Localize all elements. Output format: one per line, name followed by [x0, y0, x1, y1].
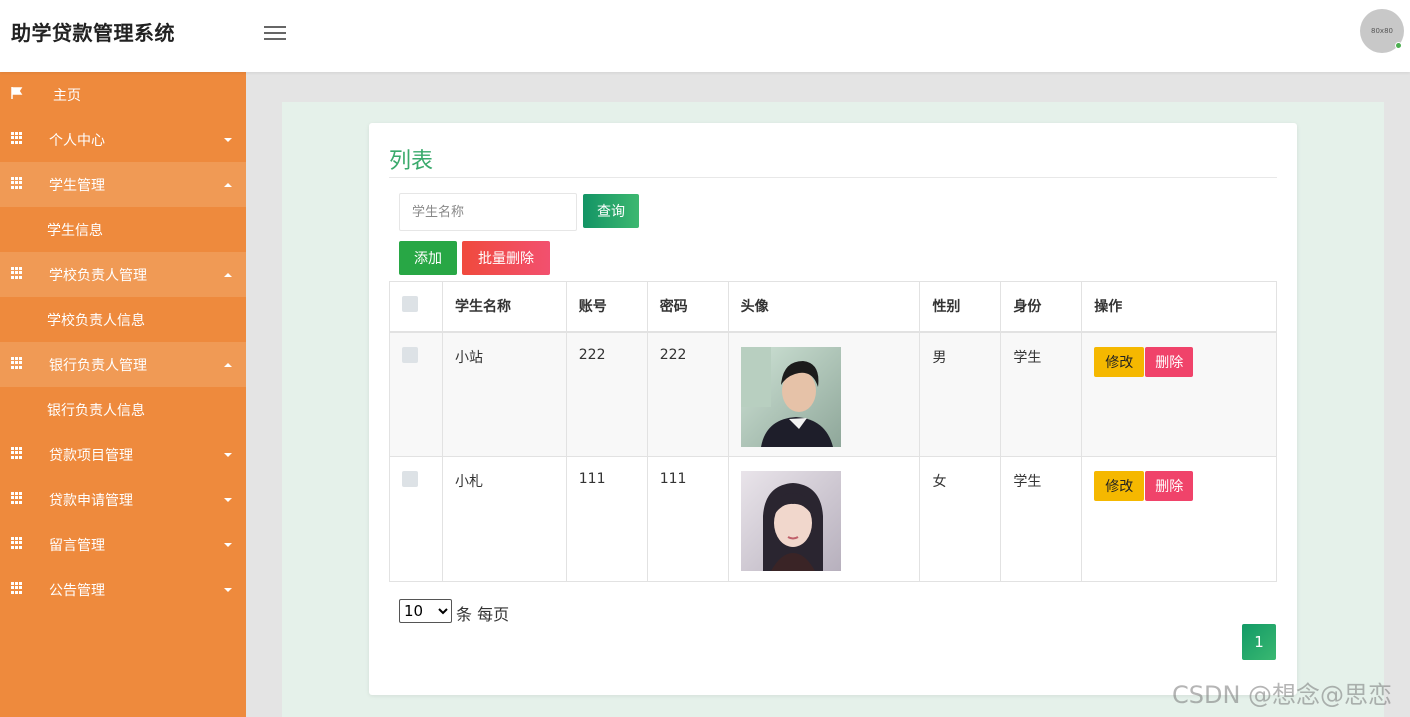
sidebar-item-bank-manager-management[interactable]: 银行负责人管理	[0, 342, 246, 387]
checkbox-cell	[389, 331, 443, 457]
sidebar-item-label: 学校负责人信息	[47, 312, 145, 329]
caret-up-icon	[224, 272, 232, 277]
sidebar-item-home[interactable]: 主页	[0, 72, 246, 117]
sidebar-item-school-manager-management[interactable]: 学校负责人管理	[0, 252, 246, 297]
sidebar-subitem-bank-manager-info[interactable]: 银行负责人信息	[0, 387, 246, 432]
role-cell: 学生	[1000, 331, 1083, 457]
title-divider	[389, 177, 1277, 178]
watermark: CSDN @想念@思恋	[1172, 681, 1393, 709]
sidebar-item-label: 留言管理	[49, 537, 105, 554]
column-header: 学生名称	[441, 281, 567, 333]
delete-button[interactable]: 删除	[1145, 471, 1194, 501]
select-all-checkbox[interactable]	[402, 296, 418, 313]
sidebar-item-loan-application-management[interactable]: 贷款申请管理	[0, 477, 246, 522]
sidebar-item-label: 银行负责人管理	[49, 357, 147, 374]
column-header: 头像	[727, 281, 921, 333]
sidebar-subitem-school-manager-info[interactable]: 学校负责人信息	[0, 297, 246, 342]
row-checkbox[interactable]	[402, 346, 418, 363]
online-status-dot	[1395, 42, 1402, 49]
student-table: 学生名称 账号 密码 头像 性别 身份 操作 小站 222 222 男 学生 修…	[389, 281, 1277, 582]
grid-icon	[11, 357, 23, 369]
caret-down-icon	[224, 497, 232, 502]
page-title: 列表	[389, 149, 434, 174]
app-title: 助学贷款管理系统	[11, 21, 175, 45]
caret-down-icon	[224, 587, 232, 592]
search-input[interactable]	[399, 193, 577, 231]
query-button[interactable]: 查询	[583, 194, 639, 228]
sidebar-item-label: 银行负责人信息	[47, 402, 145, 419]
top-header: 助学贷款管理系统 80x80	[0, 0, 1410, 72]
sidebar-subitem-student-info[interactable]: 学生信息	[0, 207, 246, 252]
column-header: 密码	[646, 281, 729, 333]
grid-icon	[11, 267, 23, 279]
sidebar-item-label: 贷款申请管理	[49, 492, 133, 509]
grid-icon	[11, 492, 23, 504]
batch-delete-button[interactable]: 批量删除	[462, 241, 550, 275]
student-name-cell: 小札	[441, 456, 567, 582]
caret-down-icon	[224, 452, 232, 457]
table-row: 小站 222 222 男 学生 修改 删除	[389, 331, 1277, 457]
sidebar-item-student-management[interactable]: 学生管理	[0, 162, 246, 207]
menu-toggle-icon[interactable]	[264, 22, 286, 40]
checkbox-cell	[389, 456, 443, 582]
header-checkbox-cell	[389, 281, 443, 333]
avatar-cell	[727, 331, 921, 457]
grid-icon	[11, 537, 23, 549]
sidebar-item-label: 贷款项目管理	[49, 447, 133, 464]
password-cell: 111	[646, 456, 729, 582]
sidebar-item-label: 学校负责人管理	[49, 267, 147, 284]
sidebar-item-personal-center[interactable]: 个人中心	[0, 117, 246, 162]
sidebar: 主页 个人中心 学生管理 学生信息 学校负责人管理 学校负责人信息 银行负责人管…	[0, 72, 246, 717]
add-button[interactable]: 添加	[399, 241, 457, 275]
caret-down-icon	[224, 137, 232, 142]
column-header: 账号	[565, 281, 648, 333]
sidebar-item-label: 主页	[53, 87, 81, 104]
sidebar-item-loan-project-management[interactable]: 贷款项目管理	[0, 432, 246, 477]
column-header: 性别	[919, 281, 1002, 333]
table-header-row: 学生名称 账号 密码 头像 性别 身份 操作	[389, 281, 1277, 333]
edit-button[interactable]: 修改	[1094, 346, 1145, 377]
sidebar-item-label: 学生管理	[49, 177, 105, 194]
caret-up-icon	[224, 362, 232, 367]
list-card: 列表 查询 添加 批量删除 学生名称 账号 密码 头像 性别 身份 操作 小站	[369, 123, 1297, 695]
caret-down-icon	[224, 542, 232, 547]
student-name-cell: 小站	[441, 331, 567, 457]
student-photo	[740, 346, 841, 447]
sidebar-item-message-management[interactable]: 留言管理	[0, 522, 246, 567]
avatar-cell	[727, 456, 921, 582]
delete-button[interactable]: 删除	[1145, 346, 1194, 377]
account-cell: 111	[565, 456, 648, 582]
grid-icon	[11, 132, 23, 144]
gender-cell: 男	[919, 331, 1002, 457]
caret-up-icon	[224, 182, 232, 187]
grid-icon	[11, 582, 23, 594]
page-number-button[interactable]: 1	[1242, 624, 1276, 660]
column-header: 身份	[1000, 281, 1083, 333]
table-row: 小札 111 111 女 学生 修改 删除	[389, 456, 1277, 582]
gender-cell: 女	[919, 456, 1002, 582]
sidebar-item-label: 公告管理	[49, 582, 105, 599]
sidebar-item-notice-management[interactable]: 公告管理	[0, 567, 246, 612]
edit-button[interactable]: 修改	[1094, 471, 1145, 501]
sidebar-item-label: 学生信息	[47, 222, 103, 239]
page-size-select[interactable]: 10	[399, 599, 452, 623]
column-header: 操作	[1081, 281, 1277, 333]
page-size-label: 条 每页	[456, 605, 510, 624]
flag-icon	[11, 87, 23, 99]
grid-icon	[11, 177, 23, 189]
student-photo	[740, 471, 841, 571]
sidebar-item-label: 个人中心	[49, 132, 105, 149]
actions-cell: 修改 删除	[1081, 456, 1277, 582]
row-checkbox[interactable]	[402, 471, 418, 487]
grid-icon	[11, 447, 23, 459]
actions-cell: 修改 删除	[1081, 331, 1277, 457]
account-cell: 222	[565, 331, 648, 457]
password-cell: 222	[646, 331, 729, 457]
role-cell: 学生	[1000, 456, 1083, 582]
